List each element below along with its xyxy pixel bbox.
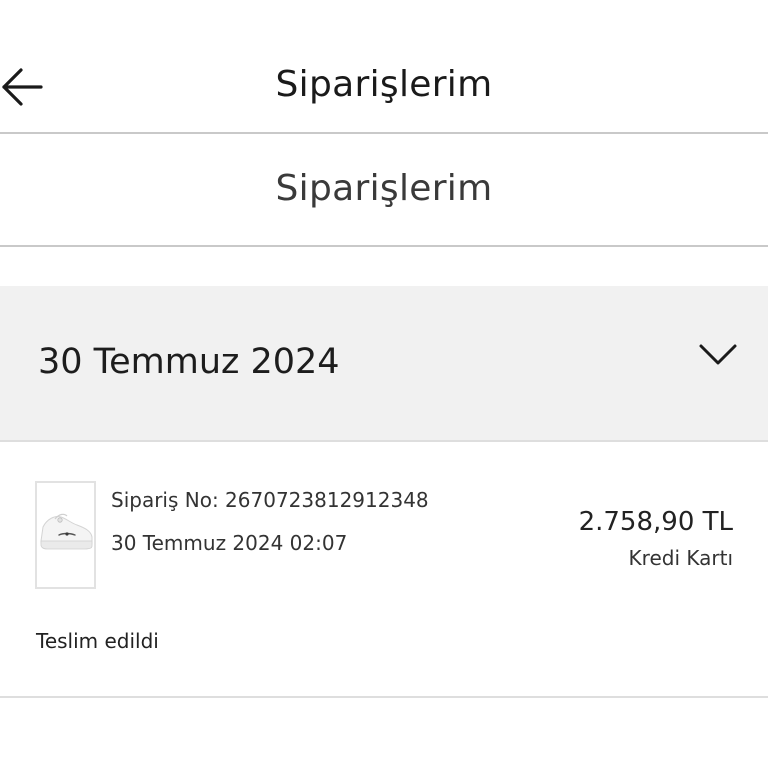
- page-title: Siparişlerim: [275, 64, 493, 105]
- white-sneaker-thumbnail: [37, 483, 94, 587]
- order-status: Teslim edildi: [36, 629, 159, 653]
- payment-method: Kredi Kartı: [628, 546, 733, 570]
- top-app-bar: Siparişlerim: [0, 0, 768, 134]
- chevron-down-icon[interactable]: [697, 340, 739, 370]
- order-number: Sipariş No: 2670723812912348: [111, 488, 429, 512]
- section-title: Siparişlerim: [275, 168, 493, 209]
- order-total-price: 2.758,90 TL: [578, 507, 733, 537]
- order-datetime: 30 Temmuz 2024 02:07: [111, 531, 348, 555]
- product-thumbnail[interactable]: [35, 481, 96, 589]
- order-card[interactable]: [0, 442, 768, 698]
- order-group-date: 30 Temmuz 2024: [38, 342, 340, 382]
